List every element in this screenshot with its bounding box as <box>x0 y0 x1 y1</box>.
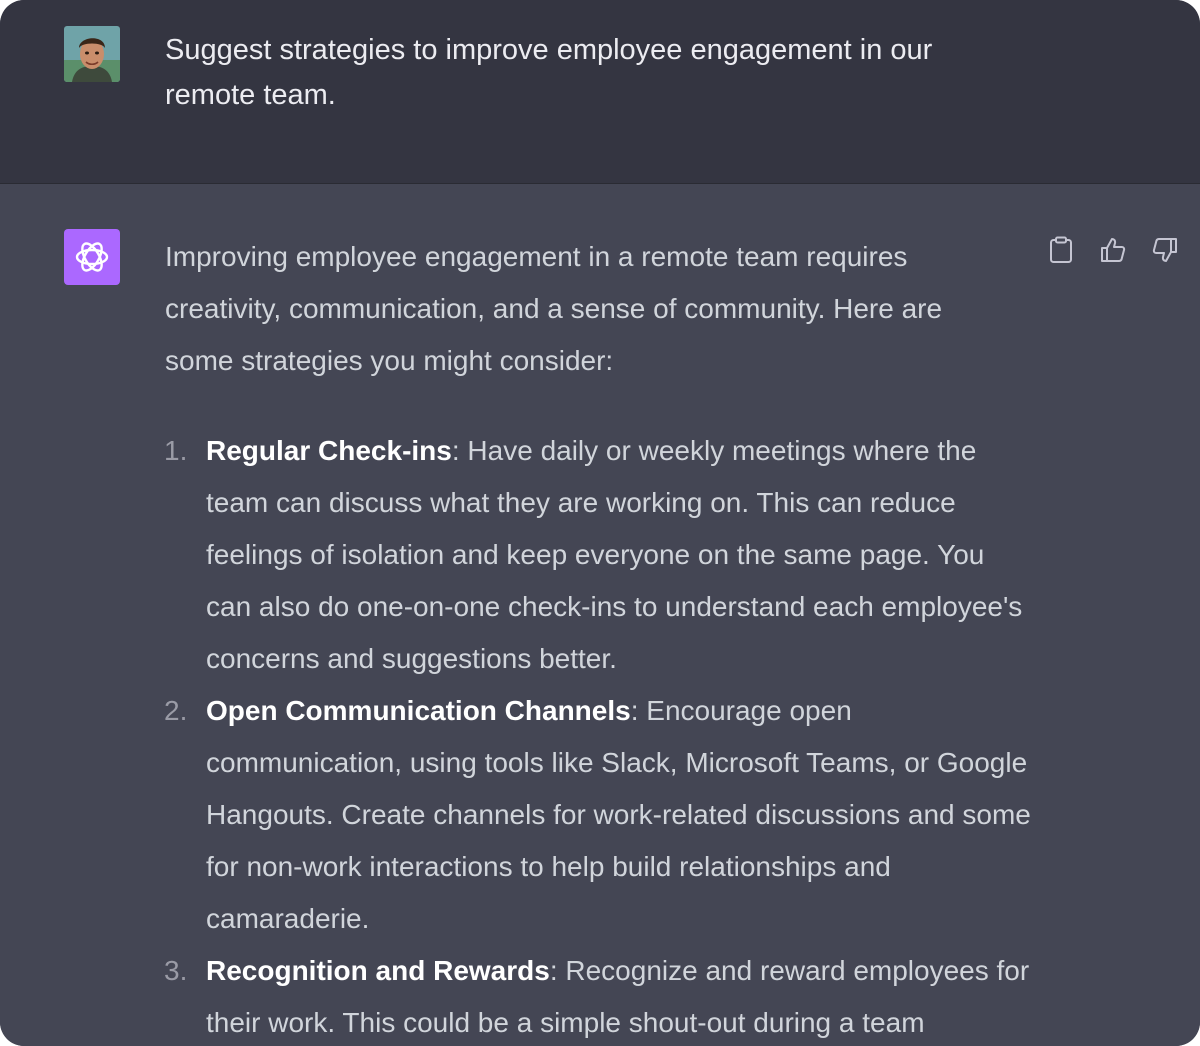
user-message-text: Suggest strategies to improve employee e… <box>165 34 933 111</box>
list-number: 1. <box>164 435 188 466</box>
assistant-avatar <box>64 229 120 285</box>
message-actions <box>1046 235 1180 265</box>
thumbs-up-icon <box>1101 238 1126 262</box>
strategy-list: 1. Regular Check-ins: Have daily or week… <box>164 425 1035 1046</box>
item-text: : Have daily or weekly meetings where th… <box>206 435 1023 674</box>
list-item: 2. Open Communication Channels: Encourag… <box>164 685 1035 945</box>
item-title: Recognition and Rewards <box>206 955 550 986</box>
thumbs-up-button[interactable] <box>1098 235 1128 265</box>
list-number: 3. <box>164 955 188 986</box>
list-item: 1. Regular Check-ins: Have daily or week… <box>164 425 1035 685</box>
user-message-row: Suggest strategies to improve employee e… <box>0 0 1200 184</box>
user-avatar-image <box>64 26 120 82</box>
assistant-message-row: Improving employee engagement in a remot… <box>0 185 1200 1046</box>
list-item: 3. Recognition and Rewards: Recognize an… <box>164 945 1035 1046</box>
thumbs-down-icon <box>1152 238 1177 262</box>
chat-window: Suggest strategies to improve employee e… <box>0 0 1200 1046</box>
list-number: 2. <box>164 695 188 726</box>
copy-button[interactable] <box>1046 235 1076 265</box>
user-avatar <box>64 26 120 82</box>
openai-logo-icon <box>75 242 109 272</box>
assistant-intro: Improving employee engagement in a remot… <box>165 241 943 376</box>
clipboard-icon <box>1050 236 1072 263</box>
item-title: Regular Check-ins <box>206 435 452 466</box>
item-title: Open Communication Channels <box>206 695 631 726</box>
thumbs-down-button[interactable] <box>1150 235 1180 265</box>
item-text: : Encourage open communication, using to… <box>206 695 1031 934</box>
assistant-message-content: Improving employee engagement in a remot… <box>164 231 1035 1046</box>
